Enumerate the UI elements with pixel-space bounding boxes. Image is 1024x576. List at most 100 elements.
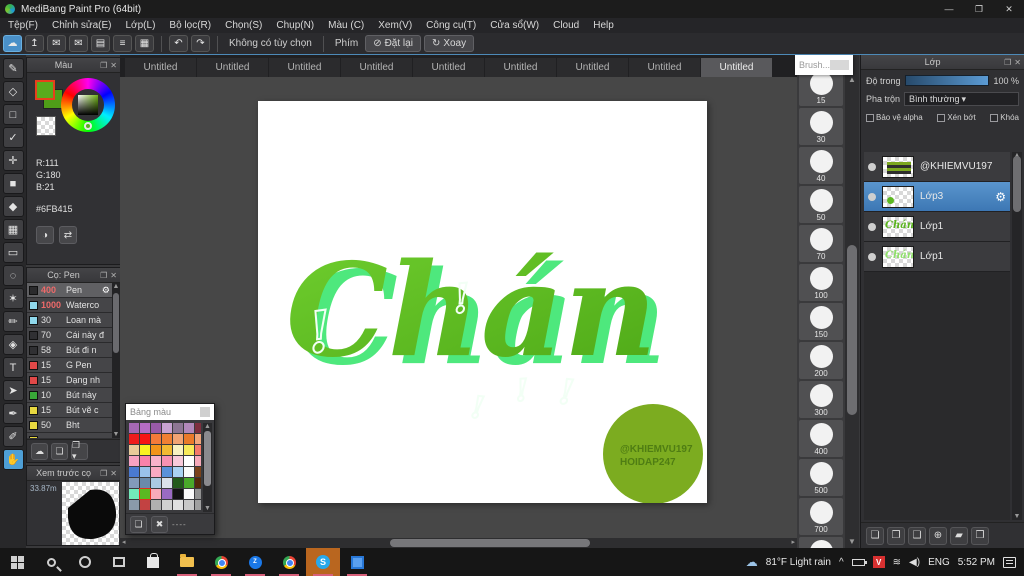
close-icon[interactable]: ✕ bbox=[1014, 58, 1021, 67]
layer-checkbox-0[interactable]: Bảo vệ alpha bbox=[866, 113, 923, 122]
language-indicator[interactable]: ENG bbox=[928, 557, 950, 568]
document-icon-button[interactable]: ▤ bbox=[91, 35, 110, 52]
brush-settings-icon[interactable]: ⚙ bbox=[102, 285, 110, 296]
palette-color[interactable] bbox=[173, 423, 183, 433]
hue-marker[interactable] bbox=[84, 122, 92, 130]
palette-color[interactable] bbox=[151, 467, 161, 477]
new-brush-icon[interactable]: ❏ bbox=[51, 442, 68, 460]
palette-color[interactable] bbox=[162, 478, 172, 488]
hand-tool[interactable]: ✋ bbox=[2, 449, 24, 470]
palette-color[interactable] bbox=[151, 423, 161, 433]
layer-row[interactable]: @KHIEMVU197 bbox=[864, 152, 1010, 182]
palette-color[interactable] bbox=[173, 434, 183, 444]
weather-text[interactable]: 81°F Light rain bbox=[766, 557, 831, 568]
menu-item-2[interactable]: Lớp(L) bbox=[126, 20, 156, 31]
new-layer-icon[interactable]: ❏ bbox=[866, 526, 884, 545]
trash-icon[interactable]: ✖ bbox=[151, 515, 168, 533]
brush-row[interactable]: 1000 Waterco bbox=[27, 298, 112, 313]
move-tool[interactable]: ✛ bbox=[2, 150, 24, 171]
palette-color[interactable] bbox=[184, 434, 194, 444]
blend-mode-select[interactable]: Bình thường ▾ bbox=[904, 92, 1019, 106]
checkbox-icon[interactable] bbox=[937, 113, 946, 122]
shape-rect-tool[interactable]: □ bbox=[2, 104, 24, 125]
search-button[interactable] bbox=[34, 548, 68, 576]
palette-color[interactable] bbox=[195, 478, 201, 488]
canvas-area[interactable]: Chán Chán ! ! ! ! ! ! @KHIEMVU197 bbox=[120, 77, 797, 538]
palette-color[interactable] bbox=[173, 456, 183, 466]
palette-color[interactable] bbox=[173, 489, 183, 499]
brush-list-scrollbar[interactable]: ▲ ▼ bbox=[112, 283, 120, 438]
palette-color[interactable] bbox=[162, 434, 172, 444]
share-icon-button[interactable]: ↥ bbox=[25, 35, 44, 52]
menu-item-3[interactable]: Bộ lọc(R) bbox=[169, 20, 211, 31]
palette-color[interactable] bbox=[151, 456, 161, 466]
brush-row[interactable]: 15 G Pen bbox=[27, 358, 112, 373]
palette-color[interactable] bbox=[195, 445, 201, 455]
close-icon[interactable]: ✕ bbox=[110, 61, 117, 70]
palette-color[interactable] bbox=[140, 456, 150, 466]
color-square[interactable] bbox=[78, 95, 98, 115]
palette-color[interactable] bbox=[162, 456, 172, 466]
menu-item-1[interactable]: Chỉnh sửa(E) bbox=[52, 20, 112, 31]
menu-item-5[interactable]: Chụp(N) bbox=[276, 20, 314, 31]
brush-row[interactable]: 15 Bút vẽ c bbox=[27, 403, 112, 418]
wifi-icon[interactable]: ≋ bbox=[893, 557, 901, 568]
brush-size-option[interactable]: 150 bbox=[799, 303, 843, 340]
h-scroll-thumb[interactable] bbox=[390, 539, 590, 547]
brush-row[interactable]: 400 Pen ⚙ bbox=[27, 283, 112, 298]
swap-colors-button[interactable]: ⇄ bbox=[59, 226, 77, 244]
tray-expand-chevron[interactable]: ^ bbox=[839, 557, 844, 568]
palette-color[interactable] bbox=[129, 445, 139, 455]
gradient-tool[interactable]: ▦ bbox=[2, 219, 24, 240]
cloud-brush-icon[interactable]: ☁ bbox=[31, 442, 48, 460]
palette-color[interactable] bbox=[151, 489, 161, 499]
transparent-color-swatch[interactable] bbox=[36, 116, 56, 136]
tab-untitled-4[interactable]: Untitled bbox=[341, 58, 412, 77]
close-icon[interactable]: ✕ bbox=[110, 271, 117, 280]
palette-color[interactable] bbox=[195, 456, 201, 466]
layer-visibility-icon[interactable] bbox=[868, 252, 876, 261]
palette-color[interactable] bbox=[173, 478, 183, 488]
palette-color[interactable] bbox=[173, 500, 183, 510]
brush-row[interactable]: 10 Bút này bbox=[27, 388, 112, 403]
palette-color[interactable] bbox=[162, 445, 172, 455]
brush-row[interactable]: 30 Loan mà bbox=[27, 313, 112, 328]
brush-size-panel-header[interactable]: Brush... bbox=[795, 55, 853, 75]
palette-color[interactable] bbox=[140, 478, 150, 488]
pen-tool[interactable]: ✒ bbox=[2, 403, 24, 424]
feedback-icon-button[interactable]: ✉ bbox=[69, 35, 88, 52]
tab-untitled-7[interactable]: Untitled bbox=[557, 58, 628, 77]
start-button[interactable] bbox=[0, 548, 34, 576]
menu-item-0[interactable]: Tệp(F) bbox=[8, 20, 38, 31]
palette-color[interactable] bbox=[139, 488, 151, 500]
size-list-scrollbar[interactable]: ▲ ▼ bbox=[845, 55, 859, 548]
settings-list-icon-button[interactable]: ≡ bbox=[113, 35, 132, 52]
new-1bit-layer-icon[interactable]: ❑ bbox=[908, 526, 926, 545]
palette-color[interactable] bbox=[184, 467, 194, 477]
clock[interactable]: 5:52 PM bbox=[958, 557, 995, 568]
palette-header-button[interactable] bbox=[200, 407, 210, 417]
palette-color[interactable] bbox=[162, 500, 172, 510]
brush-size-option[interactable]: 400 bbox=[799, 420, 843, 457]
palette-color[interactable] bbox=[184, 423, 194, 433]
palette-color[interactable] bbox=[129, 456, 139, 466]
file-explorer-icon[interactable] bbox=[170, 548, 204, 576]
bucket-tool[interactable]: ◆ bbox=[2, 196, 24, 217]
palette-color[interactable] bbox=[162, 467, 172, 477]
minimize-button[interactable]: — bbox=[934, 0, 964, 18]
select-eraser-tool[interactable]: ◈ bbox=[2, 334, 24, 355]
layer-visibility-icon[interactable] bbox=[868, 162, 876, 171]
layer-list-scrollbar[interactable]: ▲ ▼ bbox=[1012, 152, 1022, 520]
tab-untitled-2[interactable]: Untitled bbox=[197, 58, 268, 77]
polyline-tool[interactable]: ✓ bbox=[2, 127, 24, 148]
palette-color[interactable] bbox=[162, 489, 172, 499]
palette-color[interactable] bbox=[129, 423, 139, 433]
color-wheel[interactable] bbox=[61, 78, 115, 132]
palette-color[interactable] bbox=[195, 489, 201, 499]
task-view-button[interactable] bbox=[102, 548, 136, 576]
brush-menu-icon[interactable]: ❐ ▾ bbox=[71, 440, 88, 461]
select-pen-tool[interactable]: ✏ bbox=[2, 311, 24, 332]
weather-cloud-icon[interactable]: ☁ bbox=[746, 555, 758, 569]
palette-color[interactable] bbox=[140, 467, 150, 477]
palette-color[interactable] bbox=[184, 456, 194, 466]
